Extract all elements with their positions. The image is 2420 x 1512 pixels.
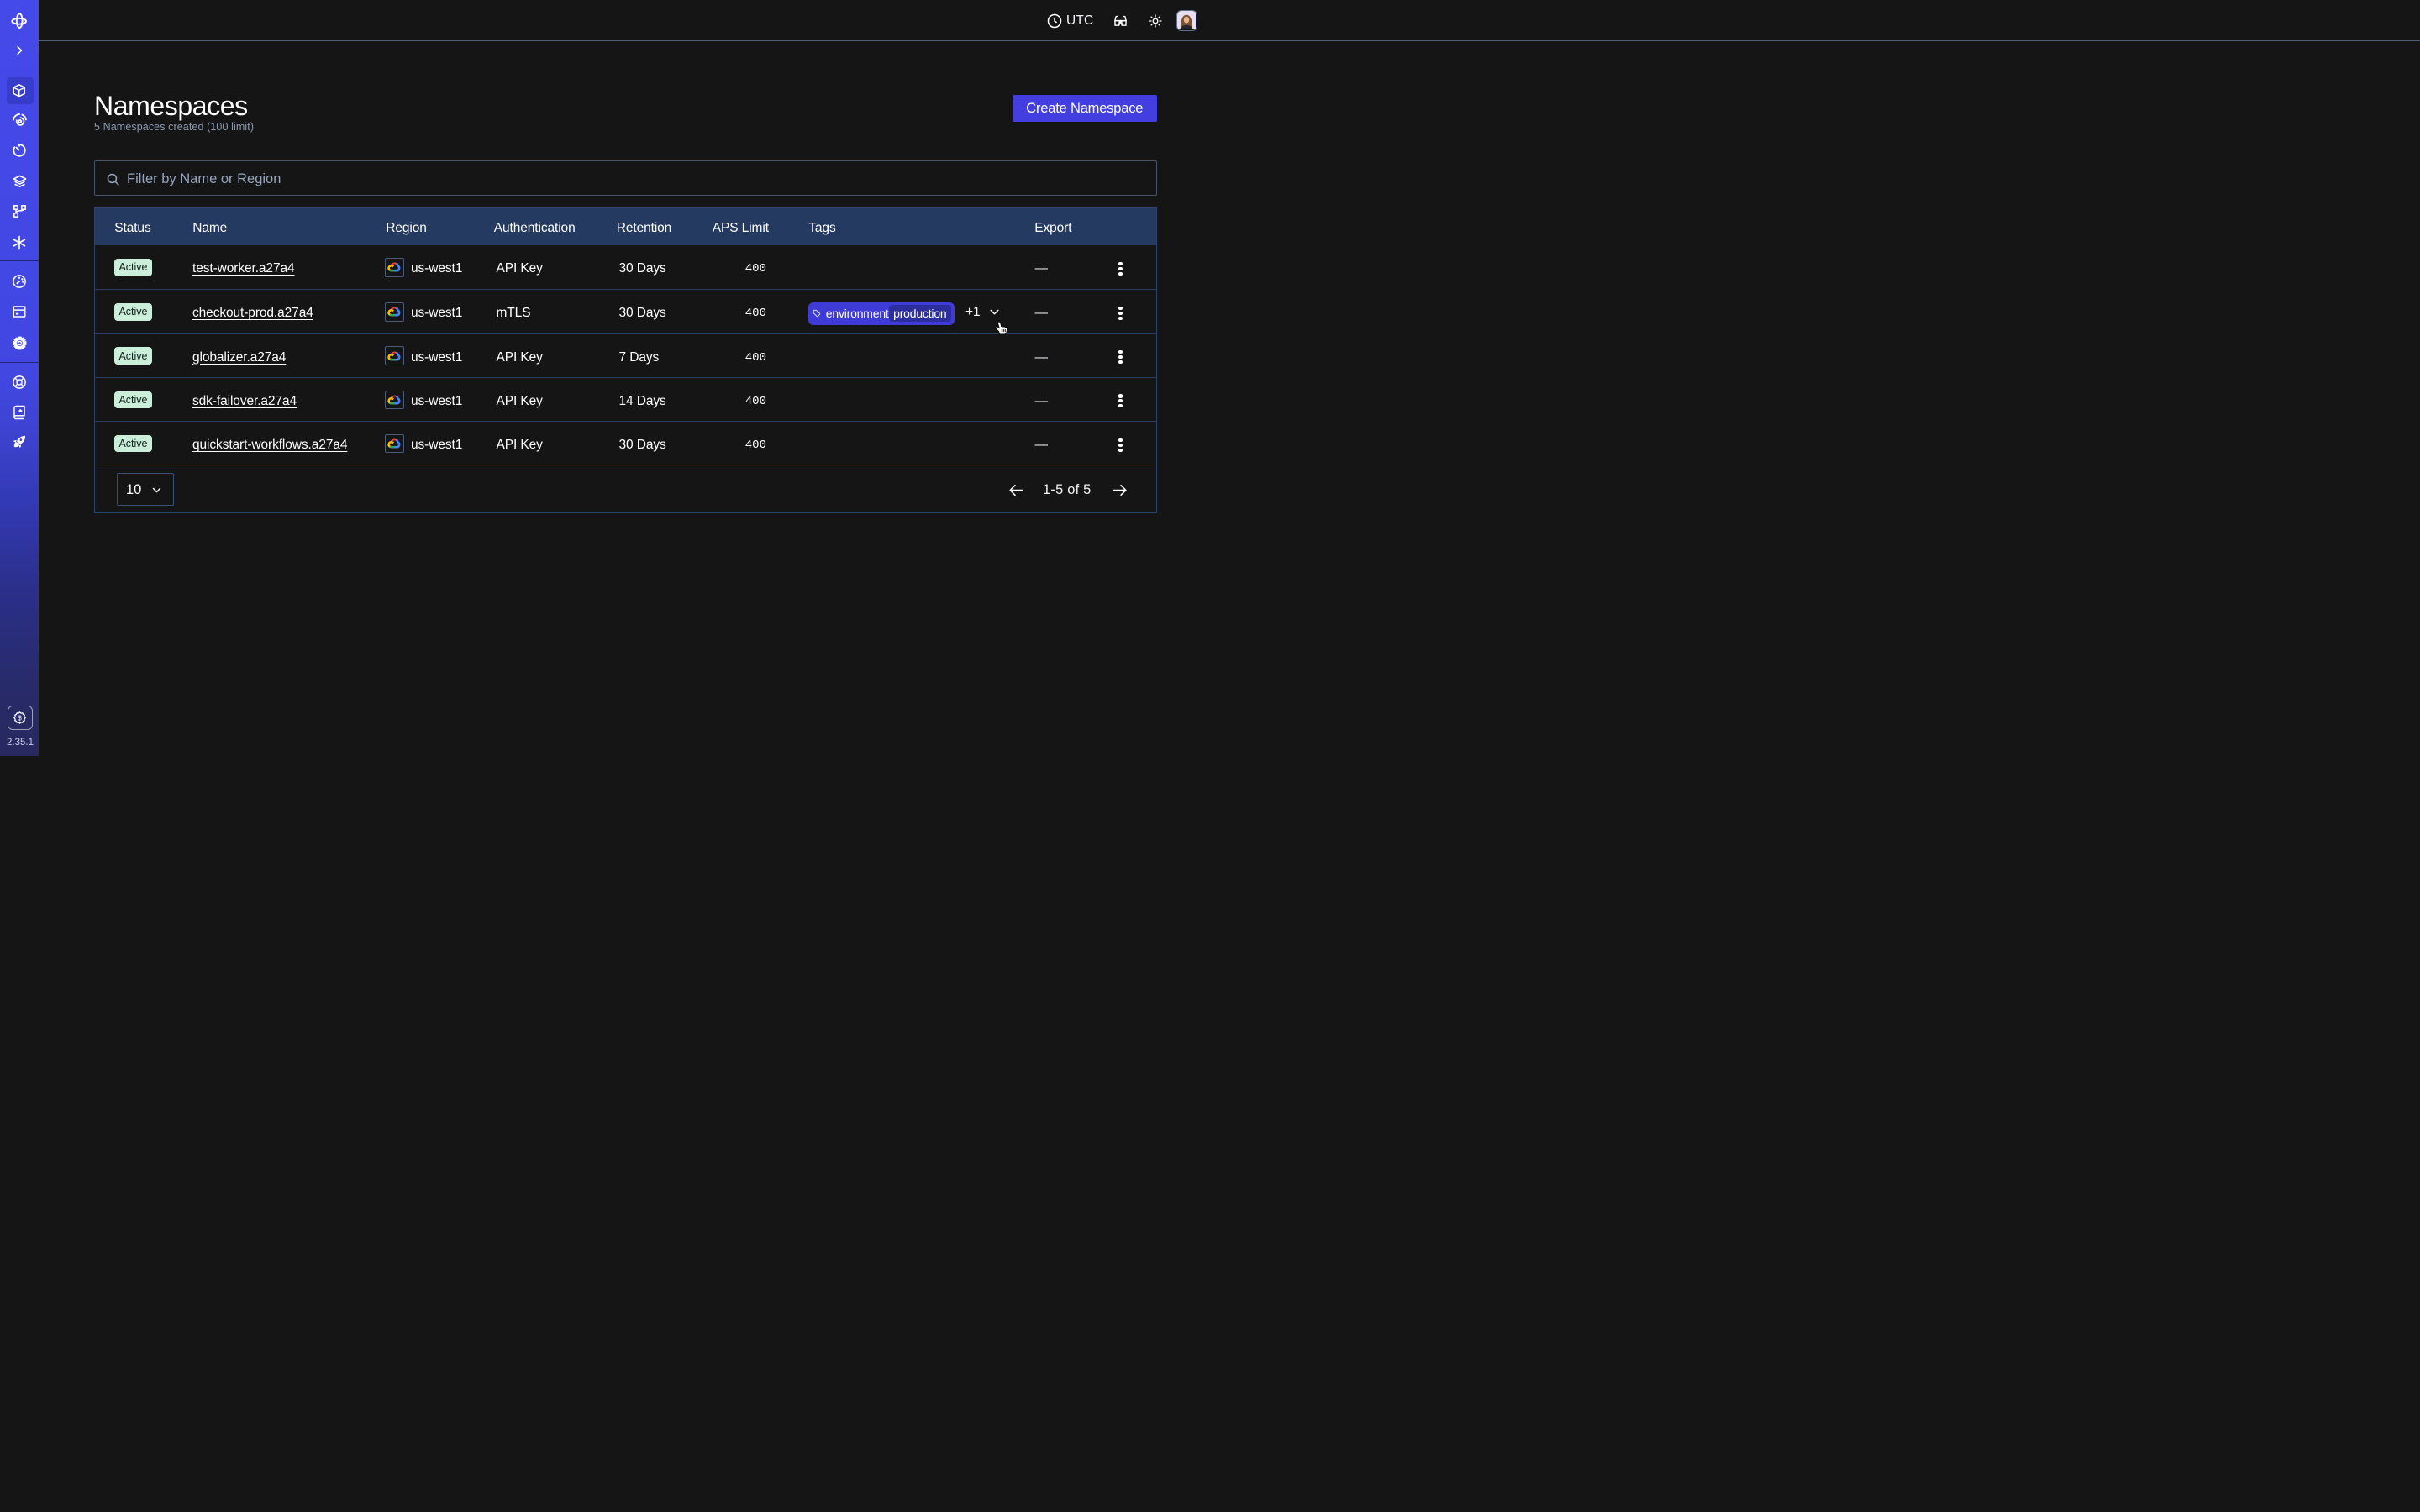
- svg-text:$: $: [18, 714, 23, 722]
